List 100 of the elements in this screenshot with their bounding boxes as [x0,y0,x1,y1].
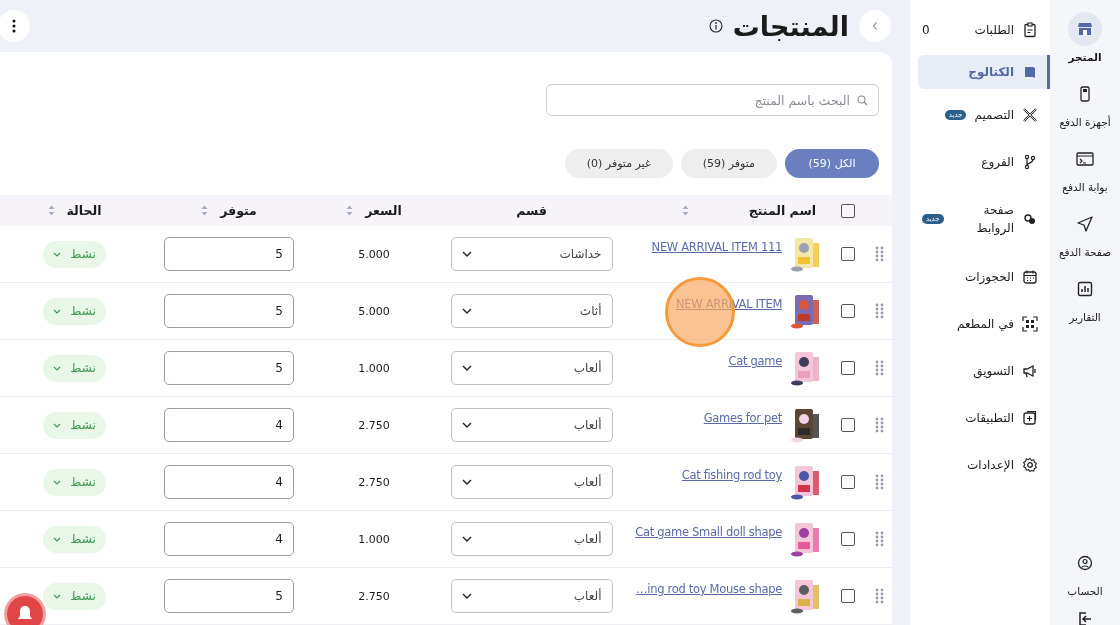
chevron-down-icon [53,536,62,542]
category-select[interactable]: ألعاب [450,465,613,499]
chevron-down-icon [53,308,62,314]
category-select[interactable]: خداشات [450,237,613,271]
nav-label: التصميم [974,106,1014,124]
sort-icon[interactable] [201,205,209,216]
nav-label: صفحة الروابط [975,202,1014,237]
qr-code-icon [1022,315,1038,332]
card-terminal-icon [1077,86,1093,102]
search-field[interactable]: البحث باسم المنتج [546,84,879,116]
column-header[interactable]: اسم المنتج [748,203,816,218]
row-checkbox[interactable] [841,532,855,546]
drag-handle-icon[interactable] [874,303,884,319]
stock-field[interactable]: 5 [164,237,294,271]
chevron-down-icon [461,536,472,542]
select-all-checkbox[interactable] [841,203,855,218]
filter-tab[interactable]: غير متوفر (0) [564,149,673,178]
drag-handle-icon[interactable] [874,360,884,376]
column-header[interactable]: السعر [365,203,402,218]
price-cell-text: 5.000 [357,247,391,261]
row-checkbox[interactable] [841,475,855,489]
nav-item[interactable]: الإعدادات [918,443,1050,486]
stock-field[interactable]: 5 [164,351,294,385]
product-link[interactable]: NEW ARRIVAL ITEM 111 [651,240,782,254]
row-checkbox[interactable] [841,247,855,261]
chevron-down-icon [461,422,472,428]
rail-item[interactable]: التقارير [1050,272,1120,323]
page-title: المنتجات [732,10,849,42]
filter-tab[interactable]: متوفر (59) [680,149,777,178]
nav-label: الطلبات [974,21,1014,39]
calendar-icon [1022,268,1038,285]
rail-item[interactable]: بوابة الدفع [1050,142,1120,193]
chevron-down-icon [461,365,472,371]
stock-field[interactable]: 5 [164,579,294,613]
megaphone-icon [1022,362,1038,379]
clipboard-icon [1022,21,1038,38]
logout-icon[interactable] [1077,611,1093,625]
user-icon [1077,555,1093,571]
chevron-down-icon [461,251,472,257]
more-button[interactable] [0,10,30,42]
row-checkbox[interactable] [841,589,855,603]
chevron-down-icon [53,251,62,257]
order-count: 0 [922,22,930,37]
nav-item[interactable]: في المطعم [918,302,1050,345]
product-link[interactable]: Cat game [728,354,782,368]
category-select[interactable]: ألعاب [450,408,613,442]
chevron-down-icon [53,365,62,371]
nav-item[interactable]: الكتالوج [918,55,1050,89]
chevron-down-icon [53,422,62,428]
price-cell-text: 1.000 [357,361,391,375]
stock-field[interactable]: 5 [164,294,294,328]
nav-label: الحجوزات [964,268,1014,286]
product-link[interactable]: Cat fishing rod toy [681,468,782,482]
drag-handle-icon[interactable] [874,417,884,433]
price-cell-text: 5.000 [357,304,391,318]
rail-item[interactable]: أجهزة الدفع [1050,77,1120,128]
price-cell-text: 2.750 [357,589,391,603]
product-link[interactable]: …ing rod toy Mouse shape [636,582,782,596]
price-cell-text: 1.000 [357,532,391,546]
drag-handle-icon[interactable] [874,246,884,262]
browser-window-icon [1076,151,1094,167]
sort-icon[interactable] [346,205,354,216]
drag-handle-icon[interactable] [874,588,884,604]
nav-item[interactable]: الحجوزات [918,255,1050,298]
sort-icon[interactable] [47,205,55,216]
nav-label: التسويق [973,362,1014,380]
nav-item[interactable]: التسويق [918,349,1050,392]
stock-field[interactable]: 4 [164,408,294,442]
branch-icon [1022,153,1038,170]
nav-label: الفروع [981,153,1014,171]
app-plus-icon [1022,409,1038,426]
row-checkbox[interactable] [841,361,855,375]
category-select[interactable]: ألعاب [450,522,613,556]
drag-handle-icon[interactable] [874,474,884,490]
row-checkbox[interactable] [841,304,855,318]
sort-icon[interactable] [681,205,689,216]
store-icon [1077,21,1093,37]
product-link[interactable]: Games for pet [703,411,782,425]
rail-item[interactable]: صفحة الدفع [1050,207,1120,258]
category-select[interactable]: أثاث [450,294,613,328]
category-select[interactable]: ألعاب [450,351,613,385]
product-link[interactable]: Cat game Small doll shape [635,525,782,539]
row-checkbox[interactable] [841,418,855,432]
info-icon[interactable] [708,19,723,33]
stock-field[interactable]: 4 [164,522,294,556]
nav-label: الإعدادات [967,456,1014,474]
settings-icon [1022,456,1038,473]
account-button[interactable]: الحساب [1050,546,1120,597]
rail-item[interactable]: المتجر [1050,12,1120,63]
filter-tab[interactable]: الكل (59) [785,149,879,178]
stock-field[interactable]: 4 [164,465,294,499]
nav-item[interactable]: التطبيقات [918,396,1050,439]
chevron-down-icon [461,479,472,485]
chevron-down-icon [53,479,62,485]
drag-handle-icon[interactable] [874,531,884,547]
nav-item[interactable]: الفروع [918,140,1050,183]
column-header[interactable]: الحالة [66,203,102,218]
column-header[interactable]: متوفر [220,203,257,218]
chevron-down-icon [461,593,472,599]
category-select[interactable]: ألعاب [450,579,613,613]
